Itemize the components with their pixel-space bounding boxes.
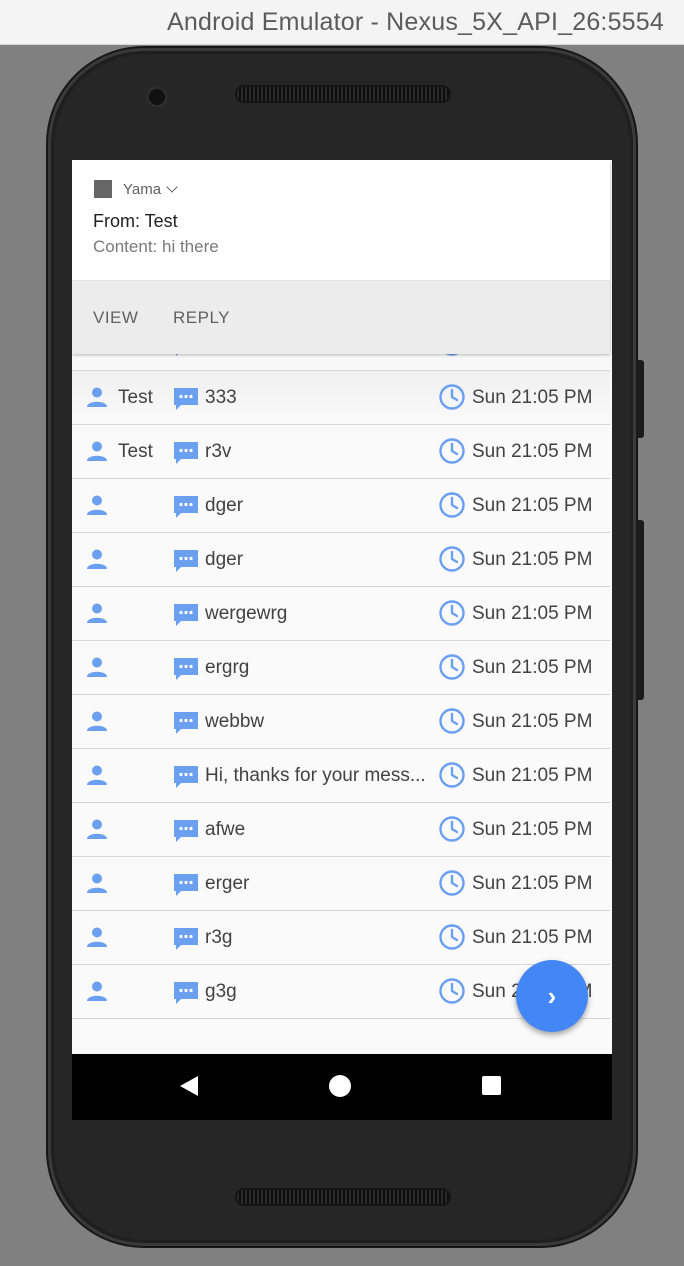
message-time: Sun 21:05 PM [472, 549, 593, 570]
chat-bubble-icon [172, 385, 200, 418]
message-text: r3g [205, 927, 233, 948]
person-icon [86, 656, 108, 683]
message-time: Sun 21:05 PM [472, 711, 593, 732]
clock-icon [438, 491, 466, 524]
clock-icon [438, 545, 466, 578]
clock-icon [438, 923, 466, 956]
person-icon [86, 602, 108, 629]
message-text: webbw [205, 711, 265, 732]
clock-icon [438, 653, 466, 686]
notification-from: From: Test [93, 211, 178, 231]
chat-bubble-icon [172, 763, 200, 796]
front-camera [146, 86, 168, 108]
message-row[interactable]: Test 333 Sun 21:05 PM [72, 371, 610, 425]
clock-icon [438, 599, 466, 632]
message-row[interactable]: dger Sun 21:05 PM [72, 479, 610, 533]
heads-up-notification[interactable]: Yama From: Test Content: hi there VIEW R… [72, 160, 610, 354]
system-nav-bar [72, 1054, 612, 1120]
message-time: Sun 21:05 PM [472, 657, 593, 678]
message-time: Sun 21:05 PM [472, 441, 593, 462]
chevron-right-icon: › [547, 981, 557, 1011]
chat-bubble-icon [172, 709, 200, 742]
message-sender: Test [118, 387, 153, 408]
window-title: Android Emulator - Nexus_5X_API_26:5554 [167, 8, 664, 36]
clock-icon [438, 815, 466, 848]
message-text: afwe [205, 819, 246, 840]
message-sender: Test [118, 441, 153, 462]
notification-actions: VIEW REPLY [72, 280, 610, 354]
expand-chevron-icon[interactable] [166, 181, 178, 193]
person-icon [86, 980, 108, 1007]
recents-icon[interactable] [482, 1076, 501, 1095]
message-row[interactable]: erger Sun 21:05 PM [72, 857, 610, 911]
person-icon [86, 764, 108, 791]
notification-body[interactable]: Yama From: Test Content: hi there [72, 160, 610, 280]
person-icon [86, 440, 108, 467]
chat-bubble-icon [172, 871, 200, 904]
clock-icon [438, 707, 466, 740]
clock-icon [438, 761, 466, 794]
message-list: Testnice to meet youSun 21:05 PMTest333S… [72, 317, 610, 1019]
clock-icon [438, 977, 466, 1010]
message-text: Hi, thanks for your mess... [205, 765, 426, 786]
message-time: Sun 21:05 PM [472, 819, 593, 840]
message-row[interactable]: Test r3v Sun 21:05 PM [72, 425, 610, 479]
top-speaker-grille [235, 85, 451, 103]
chat-bubble-icon [172, 655, 200, 688]
message-time: Sun 21:05 PM [472, 927, 593, 948]
message-row[interactable]: afwe Sun 21:05 PM [72, 803, 610, 857]
reply-action-button[interactable]: REPLY [173, 308, 230, 328]
message-text: ergrg [205, 657, 250, 678]
chat-bubble-icon [172, 493, 200, 526]
person-icon [86, 872, 108, 899]
message-row[interactable]: dger Sun 21:05 PM [72, 533, 610, 587]
chat-bubble-icon [172, 439, 200, 472]
message-row[interactable]: webbw Sun 21:05 PM [72, 695, 610, 749]
message-row[interactable]: wergewrg Sun 21:05 PM [72, 587, 610, 641]
notification-content: Content: hi there [93, 237, 219, 256]
person-icon [86, 818, 108, 845]
volume-button[interactable] [636, 520, 644, 700]
chat-bubble-icon [172, 925, 200, 958]
message-text: dger [205, 549, 244, 570]
message-time: Sun 21:05 PM [472, 873, 593, 894]
chat-bubble-icon [172, 601, 200, 634]
back-icon[interactable] [180, 1076, 198, 1096]
notification-header: Yama [94, 180, 178, 198]
next-fab-button[interactable]: › [516, 960, 588, 1032]
device-screen: Yama From: Test Content: hi there VIEW R… [72, 160, 612, 1120]
message-text: g3g [205, 981, 237, 1002]
person-icon [86, 494, 108, 521]
chat-bubble-icon [172, 547, 200, 580]
message-text: erger [205, 873, 250, 894]
home-icon[interactable] [329, 1075, 351, 1097]
view-action-button[interactable]: VIEW [93, 308, 138, 328]
message-text: r3v [205, 441, 232, 462]
person-icon [86, 710, 108, 737]
message-row[interactable]: r3g Sun 21:05 PM [72, 911, 610, 965]
chat-bubble-icon [172, 817, 200, 850]
message-text: wergewrg [205, 603, 288, 624]
chat-bubble-icon [172, 979, 200, 1012]
person-icon [86, 386, 108, 413]
power-button[interactable] [636, 360, 644, 438]
clock-icon [438, 869, 466, 902]
message-time: Sun 21:05 PM [472, 495, 593, 516]
notification-app-name: Yama [123, 180, 162, 198]
message-row[interactable]: Hi, thanks for your mess... Sun 21:05 PM [72, 749, 610, 803]
emulator-titlebar: Android Emulator - Nexus_5X_API_26:5554 [0, 0, 684, 45]
message-time: Sun 21:05 PM [472, 387, 593, 408]
message-text: 333 [205, 387, 237, 408]
clock-icon [438, 383, 466, 416]
message-row[interactable]: ergrg Sun 21:05 PM [72, 641, 610, 695]
message-time: Sun 21:05 PM [472, 603, 593, 624]
clock-icon [438, 437, 466, 470]
message-text: dger [205, 495, 244, 516]
person-icon [86, 548, 108, 575]
app-icon [94, 180, 112, 198]
person-icon [86, 926, 108, 953]
message-time: Sun 21:05 PM [472, 765, 593, 786]
bottom-speaker-grille [235, 1188, 451, 1206]
